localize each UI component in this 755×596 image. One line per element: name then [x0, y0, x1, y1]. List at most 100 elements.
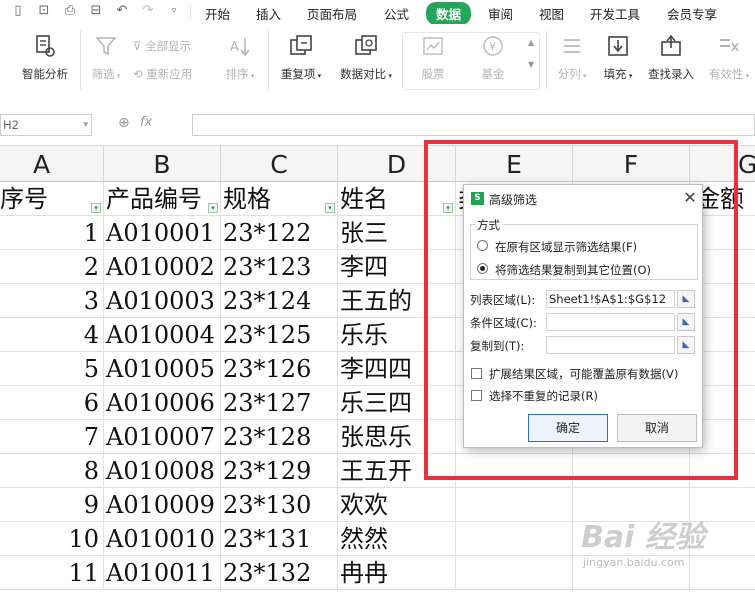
table-cell[interactable]: 2: [0, 250, 104, 284]
zoom-icon[interactable]: ⊕: [118, 115, 130, 131]
show-all-button[interactable]: ⊽ 全部显示: [133, 38, 191, 54]
table-cell[interactable]: A010011: [104, 556, 221, 590]
table-cell[interactable]: [690, 522, 755, 556]
table-cell[interactable]: 欢欢: [338, 488, 456, 522]
table-cell[interactable]: 乐三四: [338, 386, 456, 420]
table-cell[interactable]: 11: [0, 556, 104, 590]
table-cell[interactable]: [456, 556, 573, 590]
dialog-titlebar[interactable]: S 高级筛选 ✕: [464, 185, 704, 213]
table-cell[interactable]: 1: [0, 216, 104, 250]
table-cell[interactable]: [573, 488, 690, 522]
table-cell[interactable]: 6: [0, 386, 104, 420]
table-cell[interactable]: A010002: [104, 250, 221, 284]
header-cell[interactable]: 产品编号: [104, 182, 221, 216]
scroll-up-icon[interactable]: ▲: [528, 38, 534, 47]
validity-button[interactable]: 有效性 ▾: [706, 32, 752, 82]
unique-records-label[interactable]: 选择不重复的记录(R): [489, 388, 598, 404]
print-preview-icon[interactable]: ⊟: [88, 3, 104, 19]
table-cell[interactable]: A010009: [104, 488, 221, 522]
table-cell[interactable]: 冉冉: [338, 556, 456, 590]
table-cell[interactable]: [573, 556, 690, 590]
unique-records-checkbox[interactable]: [471, 390, 482, 401]
table-cell[interactable]: 王五的: [338, 284, 456, 318]
list-range-input[interactable]: Sheet1!$A$1:$G$12: [546, 290, 675, 308]
data-compare-button[interactable]: 数据对比 ▾: [335, 32, 397, 82]
radio-copy-to[interactable]: [477, 263, 488, 274]
smart-analysis-button[interactable]: 智能分析: [14, 32, 76, 82]
formula-input[interactable]: [192, 114, 755, 136]
table-cell[interactable]: 23*126: [221, 352, 338, 386]
table-cell[interactable]: [690, 556, 755, 590]
fill-button[interactable]: 填充 ▾: [598, 32, 638, 82]
table-cell[interactable]: [456, 522, 573, 556]
table-cell[interactable]: 23*122: [221, 216, 338, 250]
tab-data[interactable]: 数据: [426, 2, 472, 25]
redo-icon[interactable]: ↷: [140, 3, 156, 19]
table-cell[interactable]: 23*130: [221, 488, 338, 522]
table-cell[interactable]: 10: [0, 522, 104, 556]
table-cell[interactable]: [690, 488, 755, 522]
table-cell[interactable]: 23*124: [221, 284, 338, 318]
table-cell[interactable]: 乐乐: [338, 318, 456, 352]
tab-view[interactable]: 视图: [539, 4, 564, 23]
table-cell[interactable]: 23*128: [221, 420, 338, 454]
tab-page-layout[interactable]: 页面布局: [307, 4, 357, 23]
save-icon[interactable]: ⊡: [36, 3, 52, 19]
option-in-place-label[interactable]: 在原有区域显示筛选结果(F): [495, 239, 637, 255]
header-cell[interactable]: 姓名: [338, 182, 456, 216]
column-header-a[interactable]: A: [0, 146, 104, 182]
range-picker-icon[interactable]: ◣: [677, 290, 695, 308]
column-header-g[interactable]: G: [690, 146, 755, 182]
find-entry-button[interactable]: 查找录入: [645, 32, 697, 82]
table-cell[interactable]: 23*123: [221, 250, 338, 284]
expand-range-label[interactable]: 扩展结果区域，可能覆盖原有数据(V): [489, 366, 678, 382]
filter-dropdown-icon[interactable]: ▾: [443, 203, 453, 213]
filter-button[interactable]: 筛选 ▾: [86, 32, 126, 82]
duplicates-button[interactable]: 重复项 ▾: [275, 32, 327, 82]
table-cell[interactable]: A010007: [104, 420, 221, 454]
fx-icon[interactable]: fx: [140, 115, 152, 130]
table-cell[interactable]: A010008: [104, 454, 221, 488]
radio-in-place[interactable]: [477, 240, 488, 251]
undo-icon[interactable]: ↶: [114, 3, 130, 19]
tab-member[interactable]: 会员专享: [667, 4, 717, 23]
table-cell[interactable]: 然然: [338, 522, 456, 556]
table-cell[interactable]: A010001: [104, 216, 221, 250]
table-cell[interactable]: [573, 522, 690, 556]
table-cell[interactable]: A010006: [104, 386, 221, 420]
tab-insert[interactable]: 插入: [256, 4, 281, 23]
column-header-c[interactable]: C: [221, 146, 338, 182]
filter-dropdown-icon[interactable]: ▾: [91, 203, 101, 213]
table-cell[interactable]: 9: [0, 488, 104, 522]
table-cell[interactable]: 3: [0, 284, 104, 318]
customize-dropdown-icon[interactable]: ▿: [166, 3, 182, 19]
table-cell[interactable]: 王五开: [338, 454, 456, 488]
close-icon[interactable]: ✕: [680, 188, 700, 208]
criteria-range-input[interactable]: [546, 313, 675, 331]
table-cell[interactable]: A010003: [104, 284, 221, 318]
column-header-e[interactable]: E: [456, 146, 573, 182]
table-cell[interactable]: A010004: [104, 318, 221, 352]
tab-review[interactable]: 审阅: [488, 4, 513, 23]
header-cell[interactable]: 规格: [221, 182, 338, 216]
table-cell[interactable]: [573, 454, 690, 488]
table-cell[interactable]: A010005: [104, 352, 221, 386]
option-copy-to-label[interactable]: 将筛选结果复制到其它位置(O): [495, 262, 651, 278]
filter-dropdown-icon[interactable]: ▾: [325, 203, 335, 213]
range-picker-icon[interactable]: ◣: [677, 313, 695, 331]
header-cell[interactable]: 序号: [0, 182, 104, 216]
table-cell[interactable]: [456, 454, 573, 488]
funds-button[interactable]: ¥ 基金: [470, 32, 516, 82]
table-cell[interactable]: 7: [0, 420, 104, 454]
scroll-down-icon[interactable]: ▼: [528, 60, 534, 69]
table-cell[interactable]: 23*132: [221, 556, 338, 590]
print-icon[interactable]: ⎙: [62, 3, 78, 19]
table-cell[interactable]: [690, 454, 755, 488]
column-header-f[interactable]: F: [573, 146, 690, 182]
reapply-button[interactable]: ⟲ 重新应用: [133, 66, 192, 82]
table-cell[interactable]: 张三: [338, 216, 456, 250]
table-cell[interactable]: A010010: [104, 522, 221, 556]
expand-range-checkbox[interactable]: [471, 368, 482, 379]
table-cell[interactable]: 23*125: [221, 318, 338, 352]
table-cell[interactable]: [456, 488, 573, 522]
